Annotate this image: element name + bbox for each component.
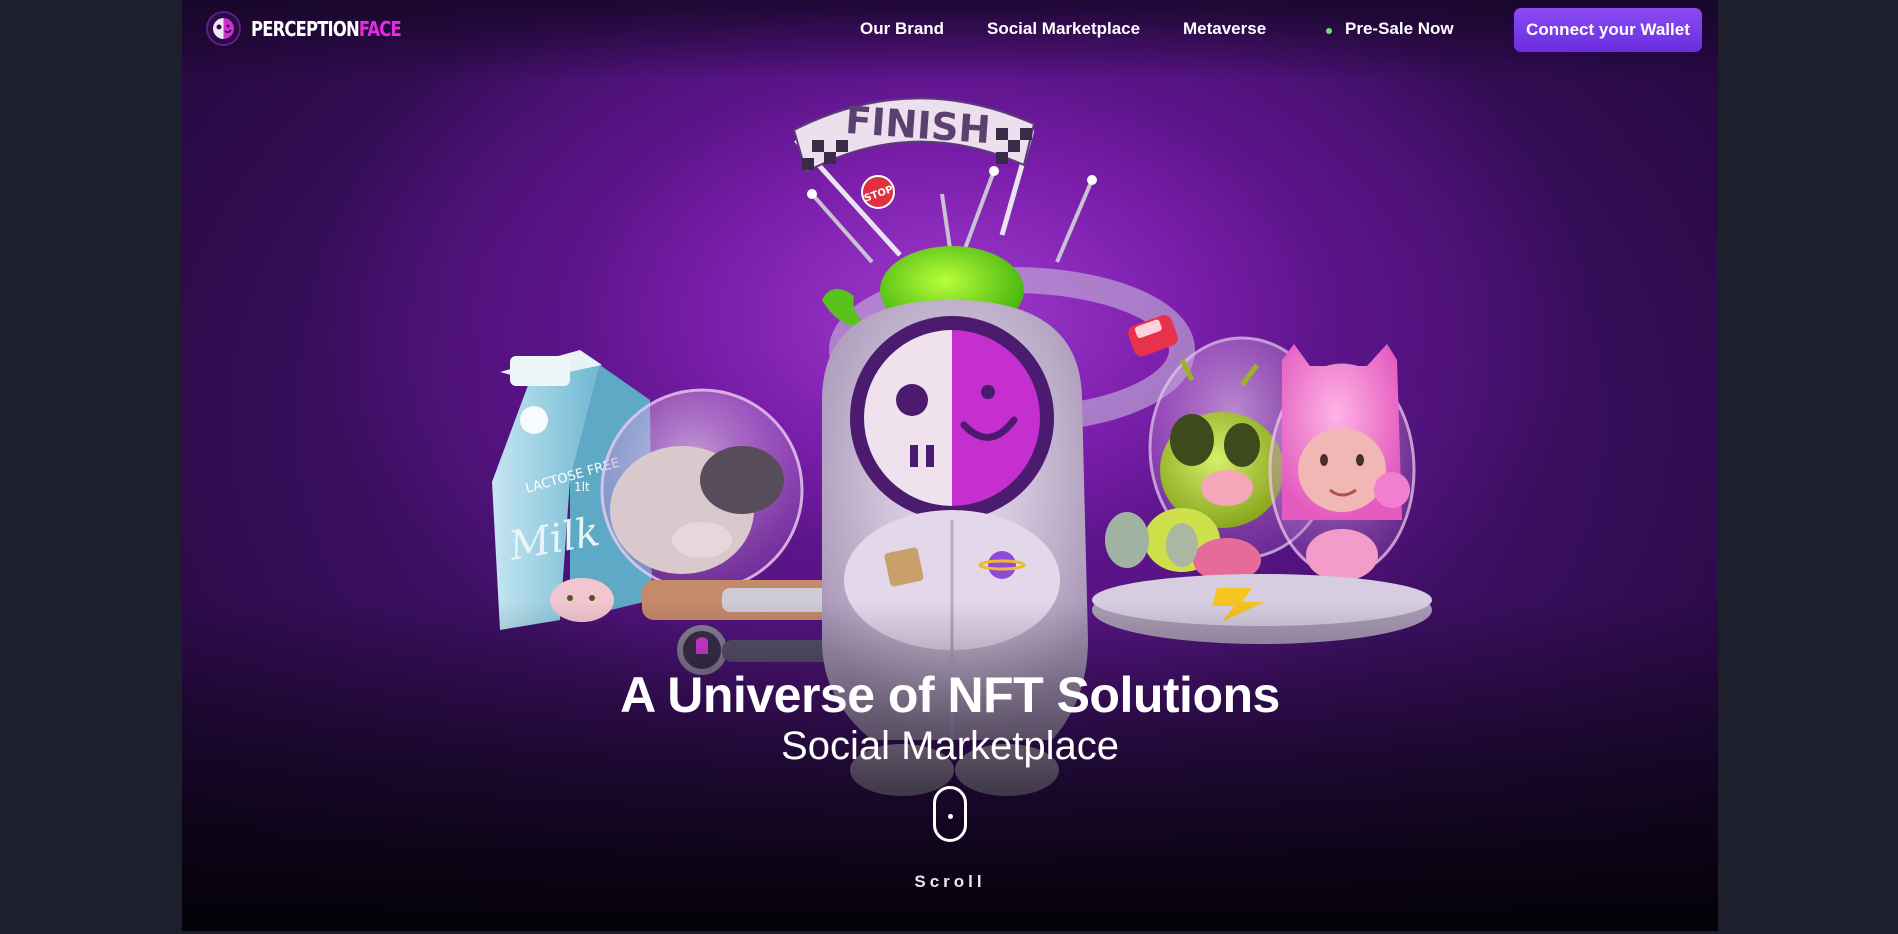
logo[interactable]: PERCEPTIONFACE — [206, 11, 434, 46]
nav-link-social-marketplace[interactable]: Social Marketplace — [987, 19, 1140, 39]
logo-text: PERCEPTIONFACE — [251, 16, 402, 41]
mouse-wheel-dot — [948, 814, 953, 819]
nav-link-our-brand[interactable]: Our Brand — [860, 19, 944, 39]
carton-volume-text: 1lt — [574, 480, 590, 494]
nav-link-pre-sale[interactable]: Pre-Sale Now — [1345, 19, 1454, 39]
skull-smiley-face-icon — [206, 11, 241, 46]
logo-text-white: PERCEPTION — [251, 16, 360, 41]
nav-link-metaverse[interactable]: Metaverse — [1183, 19, 1266, 39]
logo-text-accent: FACE — [358, 16, 402, 41]
top-navbar: PERCEPTIONFACE Our Brand Social Marketpl… — [182, 0, 1718, 60]
page: FINISH STOP LACTOSE FREE 1lt Milk PERCEP… — [182, 0, 1718, 931]
mouse-scroll-icon[interactable] — [933, 786, 967, 842]
pink-girl-character — [1268, 344, 1416, 581]
hero-title: A Universe of NFT Solutions — [620, 667, 1280, 723]
hero-subtitle: Social Marketplace — [781, 724, 1119, 768]
pre-sale-status-dot — [1326, 28, 1332, 34]
connect-wallet-button[interactable]: Connect your Wallet — [1514, 8, 1702, 52]
scroll-label[interactable]: Scroll — [182, 872, 1718, 892]
